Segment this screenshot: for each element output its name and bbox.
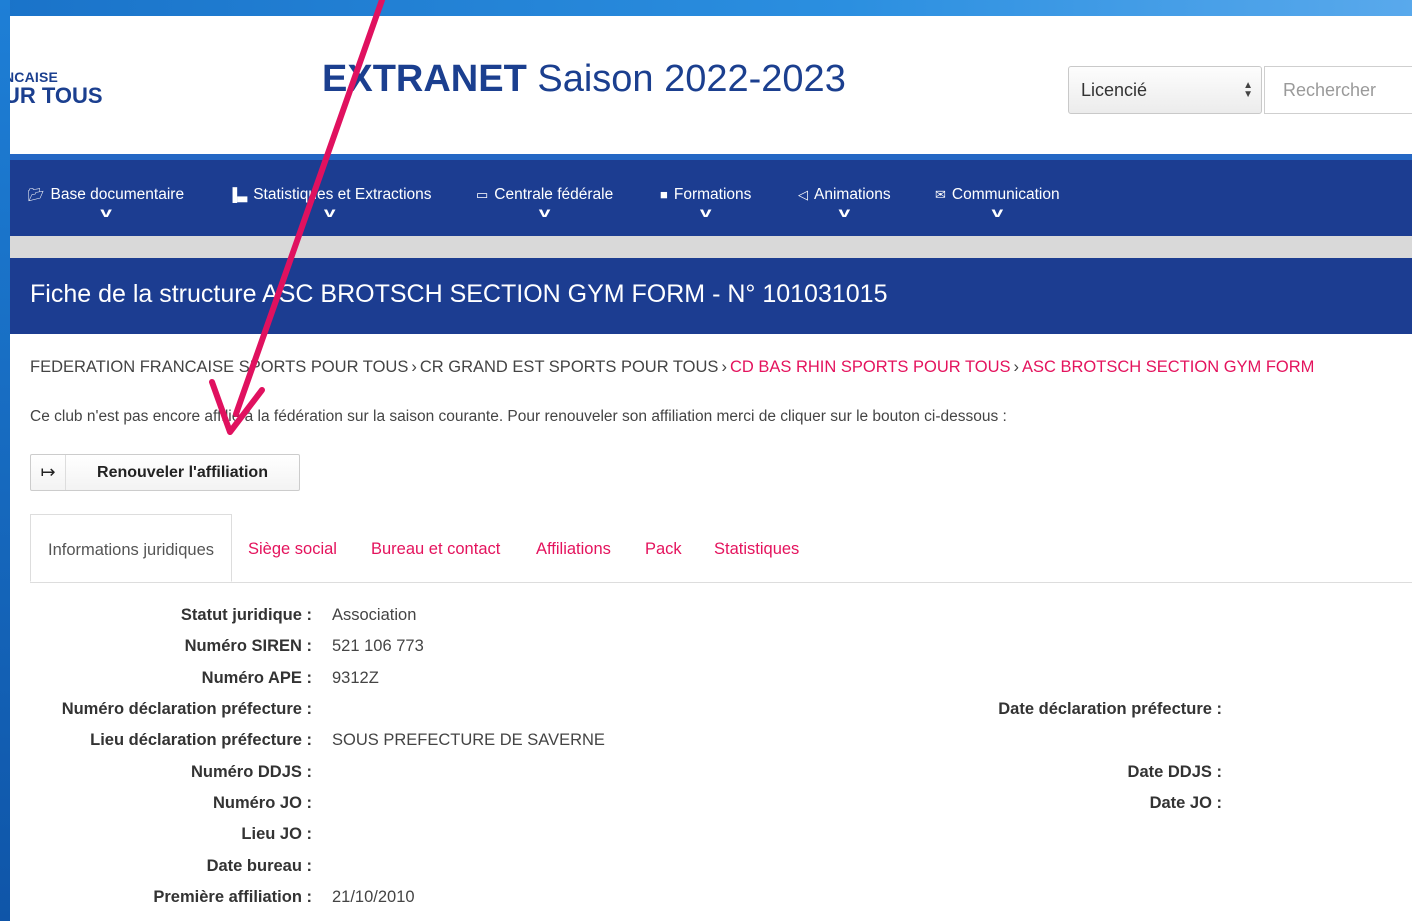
role-select-value: Licencié (1081, 79, 1148, 100)
chevron-down-icon: v (538, 204, 551, 220)
briefcase-icon: ■ (660, 187, 668, 202)
date-declaration-label: Date déclaration préfecture : (998, 700, 1222, 718)
title-bold: EXTRANET (322, 58, 527, 100)
nav-label: Animations (814, 186, 891, 203)
breadcrumb-item[interactable]: FEDERATION FRANCAISE SPORTS POUR TOUS (30, 358, 408, 376)
siren-label: Numéro SIREN : (184, 637, 312, 655)
tab-affiliations[interactable]: Affiliations (536, 540, 611, 559)
envelope-icon: ✉︎ (935, 187, 946, 202)
browser-page: NCAISE UR TOUS EXTRANET Saison 2022-2023… (10, 16, 1412, 921)
nav-item-statistiques[interactable]: ▐▃ Statistiques et Extractions v (228, 186, 432, 219)
breadcrumb-separator: › (1013, 358, 1020, 376)
header: NCAISE UR TOUS EXTRANET Saison 2022-2023… (10, 16, 1412, 156)
ape-label: Numéro APE : (201, 669, 312, 687)
date-jo-label: Date JO : (1149, 794, 1222, 812)
main-nav: 📂︎ Base documentaire v ▐▃ Statistiques et … (10, 160, 1412, 236)
nav-label: Centrale fédérale (494, 186, 614, 203)
nav-item-communication[interactable]: ✉︎ Communication v (935, 186, 1060, 219)
chevron-down-icon: v (699, 204, 712, 220)
statut-value: Association (332, 606, 417, 624)
breadcrumb-item[interactable]: ASC BROTSCH SECTION GYM FORM (1022, 358, 1314, 376)
ddjs-label: Numéro DDJS : (190, 763, 312, 781)
nav-label: Communication (951, 186, 1060, 203)
chevron-down-icon: v (323, 204, 336, 220)
folder-icon: 📂︎ (28, 187, 45, 202)
premiere-affiliation-value: 21/10/2010 (332, 888, 415, 906)
breadcrumb: FEDERATION FRANCAISE SPORTS POUR TOUS › CR… (30, 358, 1314, 377)
page-title: EXTRANET Saison 2022-2023 (322, 58, 846, 101)
nav-gray-strip (10, 236, 1412, 258)
premiere-affiliation-label: Première affiliation : (153, 888, 312, 906)
nav-item-centrale-federale[interactable]: ▭ Centrale fédérale v (476, 186, 614, 219)
bar-chart-icon: ▐▃ (228, 187, 248, 202)
lieu-jo-label: Lieu JO : (241, 825, 312, 843)
tab-siege-social[interactable]: Siège social (248, 540, 337, 559)
breadcrumb-separator: › (721, 358, 727, 376)
lieu-declaration-label: Lieu déclaration préfecture : (90, 731, 312, 749)
tab-statistiques[interactable]: Statistiques (714, 540, 799, 559)
siren-value: 521 106 773 (332, 637, 424, 655)
background-left (0, 0, 10, 921)
tab-informations-juridiques[interactable]: Informations juridiques (30, 514, 232, 582)
chevron-down-icon: v (838, 204, 851, 220)
structure-header: Fiche de la structure ASC BROTSCH SECTIO… (10, 258, 1412, 334)
tab-pack[interactable]: Pack (645, 540, 682, 559)
date-ddjs-label: Date DDJS : (1127, 763, 1222, 781)
date-bureau-label: Date bureau : (206, 857, 312, 875)
nav-label: Statistiques et Extractions (253, 186, 432, 203)
breadcrumb-item[interactable]: CR GRAND EST SPORTS POUR TOUS (420, 358, 719, 376)
background-top (0, 0, 1412, 16)
tab-bureau-contact[interactable]: Bureau et contact (371, 540, 500, 559)
renew-affiliation-button[interactable]: ↦ Renouveler l'affiliation (30, 454, 300, 491)
logo-line-2: UR TOUS (10, 83, 103, 108)
sign-out-icon: ↦ (31, 455, 66, 490)
role-select[interactable]: Licencié ▲ ▼ (1068, 66, 1262, 114)
search-placeholder: Rechercher (1283, 79, 1377, 100)
nav-label: Formations (673, 186, 752, 203)
nav-label: Base documentaire (50, 186, 185, 203)
affiliation-notice: Ce club n'est pas encore affilié à la fé… (30, 408, 1007, 425)
federation-logo[interactable]: NCAISE UR TOUS (10, 70, 103, 107)
num-declaration-label: Numéro déclaration préfecture : (61, 700, 312, 718)
lieu-declaration-value: SOUS PREFECTURE DE SAVERNE (332, 731, 605, 749)
breadcrumb-separator: › (411, 358, 417, 376)
breadcrumb-item[interactable]: CD BAS RHIN SPORTS POUR TOUS (730, 358, 1011, 376)
structure-title: Fiche de la structure ASC BROTSCH SECTIO… (30, 280, 888, 308)
credit-card-icon: ▭ (476, 187, 489, 202)
nav-item-base-documentaire[interactable]: 📂︎ Base documentaire v (28, 186, 185, 219)
statut-label: Statut juridique : (180, 606, 312, 624)
select-arrows-icon: ▲ ▼ (1243, 80, 1253, 100)
info-tabs: Informations juridiques Siège social Bur… (30, 514, 1412, 583)
renew-button-label: Renouveler l'affiliation (97, 463, 268, 481)
logo-line-1: NCAISE (10, 69, 59, 85)
chevron-down-icon: v (991, 204, 1004, 220)
nav-item-formations[interactable]: ■ Formations v (660, 186, 752, 219)
search-input[interactable]: Rechercher (1264, 66, 1412, 114)
nav-item-animations[interactable]: ◁ Animations v (798, 186, 891, 219)
title-season: Saison 2022-2023 (526, 58, 846, 100)
bullhorn-icon: ◁ (798, 187, 808, 202)
jo-label: Numéro JO : (212, 794, 312, 812)
ape-value: 9312Z (332, 669, 379, 687)
